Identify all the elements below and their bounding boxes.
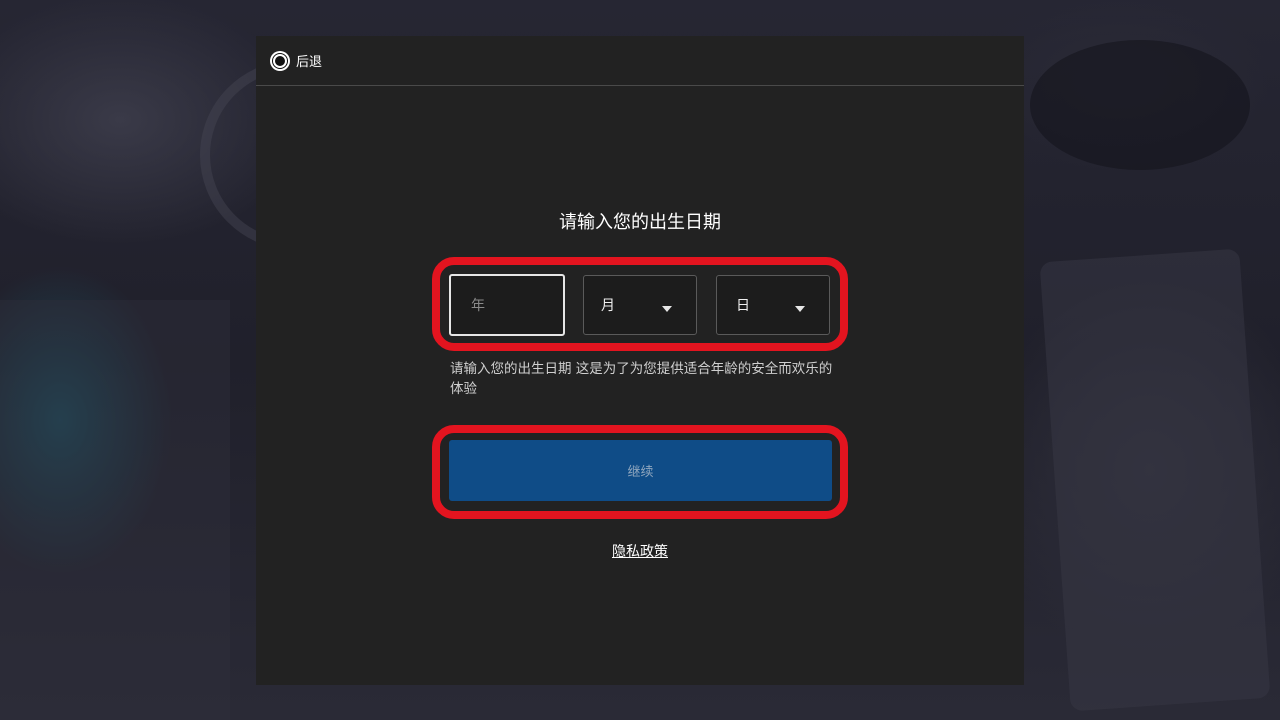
background-decoration (0, 300, 230, 720)
background-decoration (1030, 40, 1250, 170)
caret-down-icon (662, 306, 672, 312)
dialog-header: 后退 (256, 36, 1024, 86)
continue-button[interactable]: 继续 (449, 440, 832, 501)
page-title: 请输入您的出生日期 (559, 212, 721, 233)
record-circle-icon (270, 50, 290, 71)
year-input[interactable]: 年 (449, 274, 565, 336)
back-label: 后退 (296, 55, 323, 70)
day-value: 日 (736, 298, 750, 314)
day-select[interactable]: 日 (716, 275, 830, 335)
caret-down-icon (795, 306, 805, 312)
month-select[interactable]: 月 (583, 275, 697, 335)
month-value: 月 (601, 298, 615, 314)
privacy-policy-link[interactable]: 隐私政策 (256, 541, 1024, 561)
helper-text: 请输入您的出生日期 这是为了为您提供适合年龄的安全而欢乐的体验 (450, 361, 833, 397)
background-decoration (1039, 248, 1271, 712)
birthdate-dialog: 后退 请输入您的出生日期 年 月 日 请输入您的出生日期 这是为了为您提供适合年… (256, 36, 1024, 685)
back-button[interactable]: 后退 (270, 50, 323, 71)
continue-label: 继续 (627, 465, 654, 480)
year-placeholder: 年 (471, 298, 485, 314)
